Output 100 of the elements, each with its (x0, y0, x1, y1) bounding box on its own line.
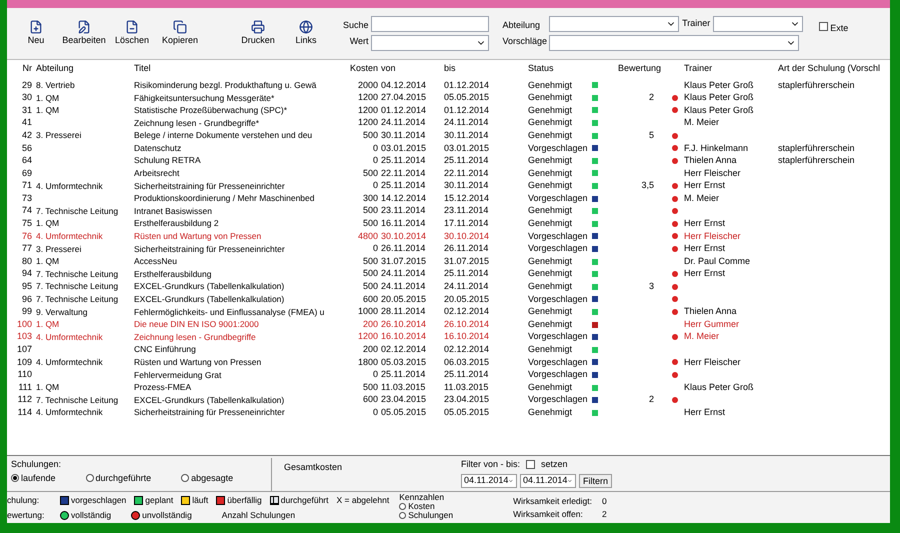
column-header[interactable]: Status (528, 62, 618, 76)
table-cell-text: staplerführerschein (778, 154, 856, 168)
column-header[interactable]: Bewertung (618, 62, 678, 76)
table-row[interactable]: 107 CNC Einführung 200 02.12.2014 02.12.2014 Genehmigt (8, 343, 890, 356)
table-cell-text: 4. Umformtechnik (35, 330, 104, 344)
table-row[interactable]: 73 Produktionskoordinierung / Mehr Maschinenbed 300 14.12.2014 15.12.2014 Vorgeschlagen M. Meier (8, 192, 890, 205)
delete-file-icon (125, 20, 139, 34)
table-cell-text: Genehmigt (528, 305, 574, 318)
date-field[interactable]: 04.11.2014 (461, 474, 517, 488)
date-field[interactable]: 04.11.2014 (520, 474, 576, 488)
table-row[interactable]: 96 7. Technische Leitung EXCEL-Grundkurs (Tabellenkalkulation) 600 20.05.2015 20.05.2015 Vorgeschlagen (8, 293, 890, 306)
table-cell-text: Intranet Basiswissen (133, 204, 213, 218)
search-field[interactable] (370, 16, 489, 32)
table-cell-text: Zeichnung lesen - Grundbegriffe (133, 330, 257, 344)
table-cell-text: 96 (20, 292, 32, 306)
table-cell-text: 26.11.2014 (444, 242, 490, 256)
column-header[interactable]: Art der Schulung (Vorschl (778, 62, 890, 76)
table-row[interactable]: 109 4. Umformtechnik Rüsten und Wartung von Pressen 1800 05.03.2015 06.03.2015 Vorgeschlagen Herr Fleischer (8, 356, 890, 369)
table-cell-text: 7. Technische Leitung (35, 204, 120, 218)
column-header[interactable]: Trainer (678, 62, 778, 76)
table-cell-text: 600 (362, 292, 378, 306)
checkbox[interactable] (526, 460, 536, 470)
table-row[interactable]: 31 1. QM Statistische Prozeßüberwachung (SPC)* 1200 01.12.2014 01.12.2014 Genehmigt Klaus Peter Groß (8, 104, 890, 117)
count-label: Anzahl Schulungen (222, 508, 296, 522)
table-cell-text: Klaus Peter Groß (683, 91, 755, 104)
column-header[interactable]: Titel (132, 62, 342, 76)
legend-square (216, 496, 226, 505)
table-cell-text: F.J. Hinkelmann (683, 142, 750, 155)
table-row[interactable]: 103 4. Umformtechnik Zeichnung lesen - Grundbegriffe 1200 16.10.2014 16.10.2014 Vorgeschlagen M. Meier (8, 330, 890, 344)
search-label: Suche (343, 18, 369, 32)
table-row[interactable]: 56 Datenschutz 0 03.01.2015 03.01.2015 Vorgeschlagen F.J. Hinkelmann staplerführerschein (8, 142, 890, 155)
table-row[interactable]: 29 8. Vertrieb Risikominderung bezgl. Produkthaftung u. Gewä 2000 04.12.2014 01.12.2014 Genehmigt Klaus Peter Groß staplerführerschein (8, 79, 890, 92)
table-cell-text: Fehlervermeidung Grat (133, 368, 222, 382)
table-row[interactable]: 112 7. Technische Leitung EXCEL-Grundkurs (Tabellenkalkulation) 600 23.04.2015 23.04.2015 Vorgeschlagen 2 (8, 394, 890, 406)
table-row[interactable]: 41 Zeichnung lesen - Grundbegriffe* 1200 24.11.2014 24.11.2014 Genehmigt M. Meier (8, 116, 890, 130)
toolbar-button[interactable]: Kopieren (157, 20, 203, 48)
table-cell-text: EXCEL-Grundkurs (Tabellenkalkulation) (133, 293, 286, 306)
toolbar-button[interactable]: Drucken (235, 20, 281, 48)
table-cell-text: Genehmigt (528, 91, 574, 104)
department-label: Abteilung (502, 18, 542, 32)
radio-button[interactable] (399, 512, 406, 519)
table-cell-text: 25.11.2014 (444, 267, 490, 280)
table-cell-text: 16.11.2014 (380, 217, 426, 230)
table-row[interactable]: 94 7. Technische Leitung Ersthelferausbildung 500 24.11.2014 25.11.2014 Genehmigt Herr Ernst (8, 268, 890, 280)
table-cell-text: 0 (372, 154, 378, 168)
table-cell-text: Genehmigt (528, 217, 574, 230)
table-cell-text: 03.01.2015 (380, 142, 428, 155)
toolbar-button[interactable]: Bearbeiten (61, 20, 107, 48)
column-header[interactable]: von (378, 62, 444, 76)
table-cell-text: 23.04.2015 (380, 393, 428, 406)
table-cell-text: 27.04.2015 (380, 91, 428, 104)
table-row[interactable]: 99 9. Verwaltung Fehlermöglichkeits- und Einflussanalyse (FMEA) u 1000 28.11.2014 02.12.2014 Genehmigt Thielen Anna (8, 306, 890, 318)
table-cell-text: staplerführerschein (778, 78, 856, 92)
toolbar-button[interactable]: Neu (13, 20, 59, 48)
table-cell-text: 500 (362, 128, 378, 142)
table-row[interactable]: 80 1. QM AccessNeu 500 31.07.2015 31.07.2015 Genehmigt Dr. Paul Comme (8, 255, 890, 268)
table-cell-text: 25.11.2014 (380, 368, 426, 382)
legend-label: X = abgelehnt (336, 494, 390, 507)
toolbar-button[interactable]: Löschen (109, 20, 155, 48)
table-row[interactable]: 42 3. Presserei Belege / interne Dokumente verstehen und deu 500 30.11.2014 30.11.2014 Genehmigt 5 (8, 129, 890, 142)
radio-label: durchgeführte (96, 472, 152, 485)
table-row[interactable]: 100 1. QM Die neue DIN EN ISO 9001:2000 200 26.10.2014 26.10.2014 Genehmigt Herr Gummer (8, 318, 890, 331)
table-cell-text: 1200 (356, 116, 378, 130)
table-cell-text: 24.11.2014 (380, 280, 426, 294)
checkbox[interactable] (819, 22, 828, 31)
table-row[interactable]: 30 1. QM Fähigkeitsuntersuchung Messgeräte* 1200 27.04.2015 05.05.2015 Genehmigt 2 Klaus Peter Groß (8, 92, 890, 104)
radio-label: abgesagte (191, 472, 234, 485)
table-cell-text: Herr Fleischer (683, 230, 742, 243)
table-row[interactable]: 77 3. Presserei Sicherheitstraining für Presseneinrichter 0 26.11.2014 26.11.2014 Vorgeschlagen Herr Ernst (8, 242, 890, 256)
table-row[interactable]: 71 4. Umformtechnik Sicherheitstraining für Presseneinrichter 0 25.11.2014 30.11.2014 Genehmigt 3,5 Herr Ernst (8, 180, 890, 192)
table-cell-text: staplerführerschein (778, 142, 856, 155)
filter-button[interactable]: Filtern (579, 474, 612, 488)
radio-button[interactable] (11, 474, 19, 482)
table-cell-text: Arbeitsrecht (133, 167, 180, 180)
table-row[interactable]: 110 Fehlervermeidung Grat 0 25.11.2014 25.11.2014 Vorgeschlagen (8, 368, 890, 382)
table-row[interactable]: 74 7. Technische Leitung Intranet Basiswissen 500 23.11.2014 23.11.2014 Genehmigt (8, 204, 890, 218)
column-header[interactable]: Kosten (342, 62, 378, 76)
table-row[interactable]: 111 1. QM Prozess-FMEA 500 11.03.2015 11.03.2015 Genehmigt Klaus Peter Groß (8, 381, 890, 394)
radio-button[interactable] (399, 503, 406, 510)
column-header[interactable]: bis (444, 62, 528, 76)
table-cell-text: 500 (362, 254, 378, 268)
new-file-icon (29, 20, 43, 34)
table-cell-text: 11.03.2015 (444, 380, 490, 394)
proposals-label: Vorschläge (502, 35, 548, 48)
radio-button[interactable] (181, 474, 190, 482)
table-cell-text: Herr Ernst (683, 242, 726, 256)
table-cell-text: 02.12.2014 (444, 343, 490, 356)
table-row[interactable]: 64 Schulung RETRA 0 25.11.2014 25.11.2014 Genehmigt Thielen Anna staplerführerschein (8, 154, 890, 168)
column-header[interactable]: Abteilung (32, 62, 132, 76)
column-header[interactable]: Nr (8, 62, 32, 76)
toolbar-button[interactable]: Links (283, 20, 329, 48)
table-row[interactable]: 95 7. Technische Leitung EXCEL-Grundkurs (Tabellenkalkulation) 500 24.11.2014 24.11.2014 Genehmigt 3 (8, 280, 890, 294)
table-cell-text: 0 (372, 406, 378, 419)
table-cell-text: Vorgeschlagen (528, 230, 589, 243)
table-cell-text: 500 (362, 166, 378, 180)
table-row[interactable]: 69 Arbeitsrecht 500 22.11.2014 22.11.2014 Genehmigt Herr Fleischer (8, 167, 890, 180)
table-row[interactable]: 76 4. Umformtechnik Rüsten und Wartung von Pressen 4800 30.10.2014 30.10.2014 Vorgeschlagen Herr Fleischer (8, 230, 890, 243)
table-row[interactable]: 75 1. QM Ersthelferausbildung 2 500 16.11.2014 17.11.2014 Genehmigt Herr Ernst (8, 218, 890, 230)
radio-button[interactable] (86, 474, 94, 482)
table-row[interactable]: 114 4. Umformtechnik Sicherheitstraining für Presseneinrichter 0 05.05.2015 05.05.2015 Genehmigt Herr Ernst (8, 406, 890, 420)
